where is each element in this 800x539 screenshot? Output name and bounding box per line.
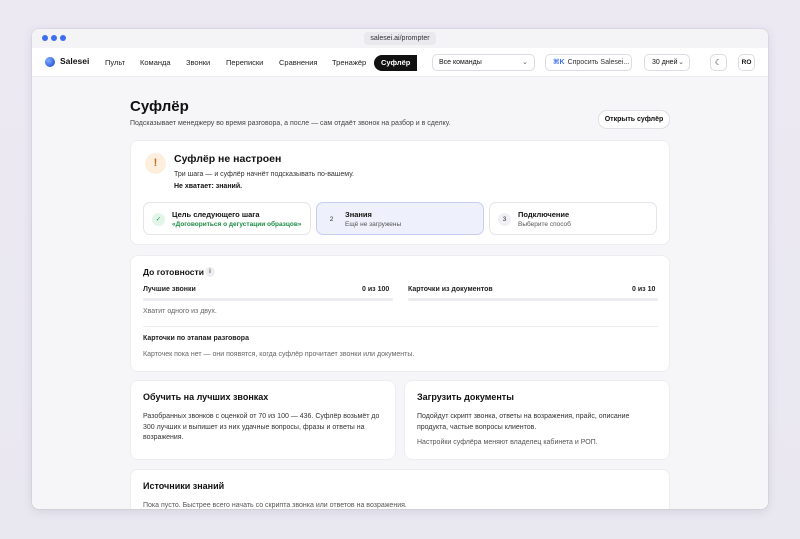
step-title: Подключение — [518, 210, 570, 219]
step-number: 2 — [329, 216, 334, 223]
best-calls-value: 0 из 100 — [362, 286, 390, 293]
upload-title: Загрузить документы — [417, 392, 514, 402]
step-title: Знания — [345, 210, 372, 219]
readiness-card: До готовности i Лучшие звонки 0 из 100 К… — [130, 255, 670, 372]
nav-link-comparisons[interactable]: Сравнения — [279, 58, 317, 67]
chevron-down-icon: ⌄ — [522, 59, 528, 66]
period-value: 30 дней — [652, 59, 678, 66]
step-connection[interactable]: 3 Подключение Выберите способ — [489, 202, 657, 235]
stage-cards-text: Карточек пока нет — они появятся, когда … — [143, 351, 415, 358]
open-prompter-button[interactable]: Открыть суфлёр — [598, 110, 670, 129]
ask-label: Спросить Salesei... — [567, 59, 630, 66]
step-knowledge[interactable]: 2 Знания Ещё не загружены — [316, 202, 484, 235]
doc-cards-progress — [408, 298, 658, 301]
window-dot-icon[interactable] — [42, 35, 48, 41]
step-number: 3 — [498, 213, 511, 226]
warning-icon: ! — [145, 153, 166, 174]
upload-text-line: продукта, частые вопросы клиентов. — [417, 423, 537, 431]
upload-card[interactable]: Загрузить документы Подойдут скрипт звон… — [404, 380, 670, 460]
info-icon[interactable]: i — [205, 267, 215, 277]
ask-salesei-button[interactable]: ⌘K Спросить Salesei... — [545, 54, 632, 71]
theme-toggle-button[interactable]: ☾ — [710, 54, 727, 71]
setup-missing: Не хватает: знаний. — [174, 183, 243, 190]
train-title: Обучить на лучших звонках — [143, 392, 269, 402]
nav-link-calls[interactable]: Звонки — [186, 58, 210, 67]
setup-subtitle: Три шага — и суфлёр начнёт подсказывать … — [174, 171, 354, 178]
chevron-down-icon: ⌄ — [678, 59, 684, 66]
stage-cards-label: Карточки по этапам разговора — [143, 335, 249, 342]
step-subtitle: Выберите способ — [518, 221, 571, 228]
best-calls-label: Лучшие звонки — [143, 286, 196, 293]
period-select[interactable]: 30 дней ⌄ — [644, 54, 690, 71]
window-dot-icon[interactable] — [60, 35, 66, 41]
sources-title: Источники знаний — [143, 481, 225, 491]
train-text-line: возражения. — [143, 434, 184, 441]
page-title: Суфлёр — [130, 98, 189, 115]
readiness-hint: Хватит одного из двух. — [143, 308, 217, 315]
address-bar[interactable]: salesei.ai/prompter — [364, 32, 436, 45]
shortcut-hint: ⌘K — [553, 59, 565, 66]
team-select-value: Все команды — [439, 59, 482, 66]
salesei-logo-icon — [45, 57, 55, 67]
nav-link-chats[interactable]: Переписки — [226, 58, 263, 67]
top-nav: Salesei Пульт Команда Звонки Переписки С… — [32, 48, 768, 77]
team-select[interactable]: Все команды ⌄ — [432, 54, 535, 71]
setup-card: ! Суфлёр не настроен Три шага — и суфлёр… — [130, 140, 670, 245]
step-goal[interactable]: ✓ Цель следующего шага «Договориться о д… — [143, 202, 311, 235]
doc-cards-value: 0 из 10 — [632, 286, 656, 293]
divider — [143, 326, 658, 327]
readiness-title: До готовности — [143, 267, 204, 277]
best-calls-progress — [143, 298, 393, 301]
train-text-line: Разобранных звонков с оценкой от 70 из 1… — [143, 413, 380, 420]
setup-title: Суфлёр не настроен — [174, 153, 282, 165]
nav-link-prompter[interactable]: Суфлёр — [374, 55, 418, 71]
check-icon: ✓ — [152, 213, 165, 226]
nav-link-trainer[interactable]: Тренажёр — [332, 58, 366, 67]
window-dot-icon[interactable] — [51, 35, 57, 41]
nav-link-dashboard[interactable]: Пульт — [105, 58, 125, 67]
page-subtitle: Подсказывает менеджеру во время разговор… — [130, 120, 451, 127]
train-card[interactable]: Обучить на лучших звонках Разобранных зв… — [130, 380, 396, 460]
title-bar: salesei.ai/prompter — [32, 29, 768, 48]
step-subtitle: «Договориться о дегустации образцов» — [172, 221, 302, 228]
sources-text: Пока пусто. Быстрее всего начать со скри… — [143, 502, 407, 509]
browser-window: salesei.ai/prompter Salesei Пульт Команд… — [32, 29, 768, 509]
sources-card: Источники знаний Пока пусто. Быстрее все… — [130, 469, 670, 509]
upload-note: Настройки суфлёра меняют владелец кабине… — [417, 439, 598, 446]
step-title: Цель следующего шага — [172, 210, 260, 219]
brand-name[interactable]: Salesei — [60, 56, 89, 66]
moon-icon: ☾ — [714, 58, 723, 67]
train-text-line: 300 лучших и выпишет из них удачные вопр… — [143, 423, 365, 431]
avatar[interactable]: RO — [738, 54, 755, 71]
nav-link-team[interactable]: Команда — [140, 58, 171, 67]
step-subtitle: Ещё не загружены — [345, 221, 402, 228]
doc-cards-label: Карточки из документов — [408, 286, 493, 293]
upload-text-line: Подойдут скрипт звонка, ответы на возраж… — [417, 413, 630, 420]
